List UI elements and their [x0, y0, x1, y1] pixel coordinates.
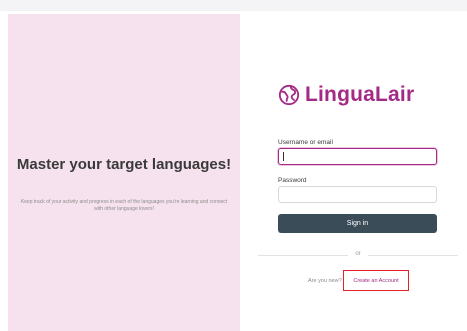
create-account-label: Create an Account	[353, 277, 399, 284]
text-caret	[283, 152, 284, 161]
login-page: Master your target languages! Keep track…	[0, 0, 467, 331]
brand-logo: LinguaLair	[278, 82, 414, 108]
username-input[interactable]	[278, 148, 437, 165]
divider-or: or	[348, 251, 368, 257]
signup-prompt: Are you new?	[308, 278, 342, 284]
create-account-link[interactable]: Create an Account	[343, 270, 409, 291]
login-panel: LinguaLair Username or email Password Si…	[240, 14, 467, 331]
sign-in-button[interactable]: Sign in	[278, 214, 437, 233]
promo-subtext: Keep track of your activity and progress…	[20, 199, 228, 212]
globe-icon	[278, 84, 300, 106]
brand-name: LinguaLair	[305, 83, 415, 106]
username-label: Username or email	[278, 139, 333, 146]
promo-headline: Master your target languages!	[16, 156, 232, 173]
password-input[interactable]	[278, 186, 437, 203]
password-label: Password	[278, 177, 307, 184]
top-bar	[0, 0, 467, 11]
promo-panel: Master your target languages! Keep track…	[8, 14, 240, 331]
